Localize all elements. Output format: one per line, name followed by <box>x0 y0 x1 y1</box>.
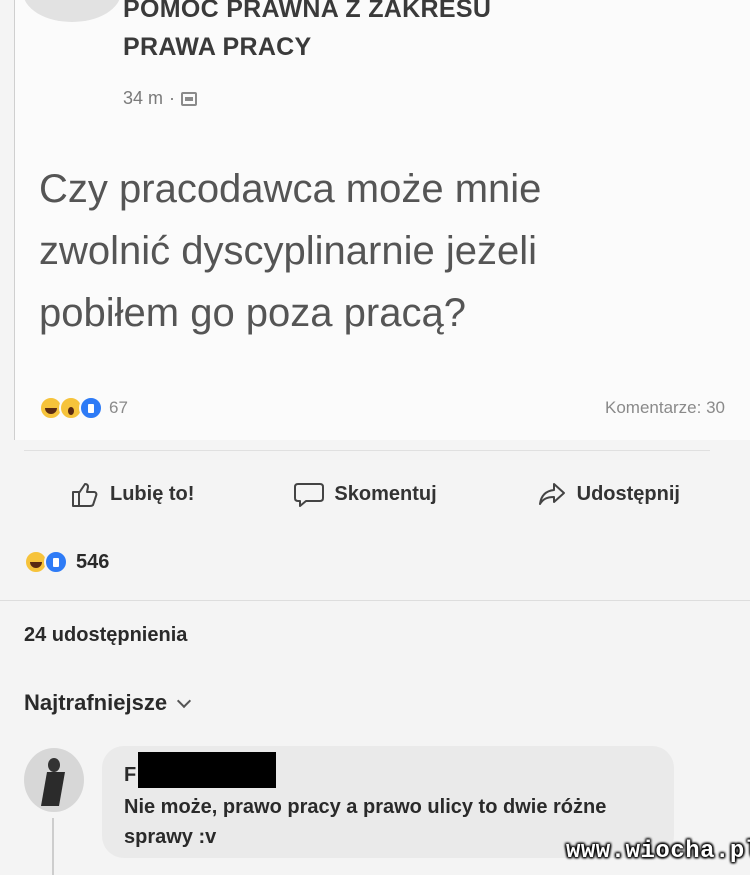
shares-count[interactable]: 24 udostępnienia <box>24 624 187 647</box>
group-title[interactable]: POMOC PRAWNA Z ZAKRESU PRAWA PRACY <box>123 0 583 66</box>
divider <box>0 600 750 601</box>
reaction-count: 546 <box>76 550 110 573</box>
comment-thread-line <box>52 818 54 875</box>
comment-sort-dropdown[interactable]: Najtrafniejsze <box>24 690 192 716</box>
reaction-summary[interactable]: 546 <box>24 550 109 574</box>
like-label: Lubię to! <box>109 482 195 505</box>
name-redaction-bar <box>138 752 276 788</box>
comment-bubble-icon <box>294 483 325 507</box>
post-meta: 34 m · <box>123 88 198 109</box>
like-reaction-icon <box>44 550 68 574</box>
post-actions-bar: Lubię to! Skomentuj Udostępnij <box>0 466 750 522</box>
like-reaction-icon <box>79 396 103 420</box>
group-title-line2: PRAWA PRACY <box>123 33 312 61</box>
commenter-name[interactable]: F <box>124 764 136 787</box>
post-text: Czy pracodawca może mnie zwolnić dyscypl… <box>39 167 542 335</box>
post-time[interactable]: 34 m <box>123 88 163 109</box>
meta-separator: · <box>169 88 176 108</box>
comment-label: Skomentuj <box>334 482 437 505</box>
comment-button[interactable]: Skomentuj <box>294 480 437 508</box>
chevron-down-icon <box>176 693 192 709</box>
share-label: Udostępnij <box>576 482 680 505</box>
group-avatar[interactable] <box>23 0 121 22</box>
shared-reaction-count: 67 <box>109 398 128 417</box>
audience-icon <box>181 91 198 106</box>
avatar-figure-body <box>41 772 65 806</box>
shared-reactions-row: 67 Komentarze: 30 <box>39 392 725 424</box>
divider <box>24 450 710 451</box>
like-button[interactable]: Lubię to! <box>70 480 194 508</box>
commenter-avatar[interactable] <box>24 748 84 812</box>
group-title-line1: POMOC PRAWNA Z ZAKRESU <box>123 0 492 23</box>
share-arrow-icon <box>538 483 565 505</box>
thumbs-up-icon <box>71 483 98 507</box>
shared-comments-count[interactable]: Komentarze: 30 <box>605 398 725 418</box>
shared-reaction-summary[interactable]: 67 <box>39 396 128 420</box>
sort-label: Najtrafniejsze <box>24 690 168 715</box>
site-watermark: www.wiocha.pl <box>566 838 750 865</box>
shared-post-card: POMOC PRAWNA Z ZAKRESU PRAWA PRACY 34 m … <box>14 0 750 440</box>
avatar-figure-head <box>48 758 60 772</box>
share-button[interactable]: Udostępnij <box>537 480 680 508</box>
